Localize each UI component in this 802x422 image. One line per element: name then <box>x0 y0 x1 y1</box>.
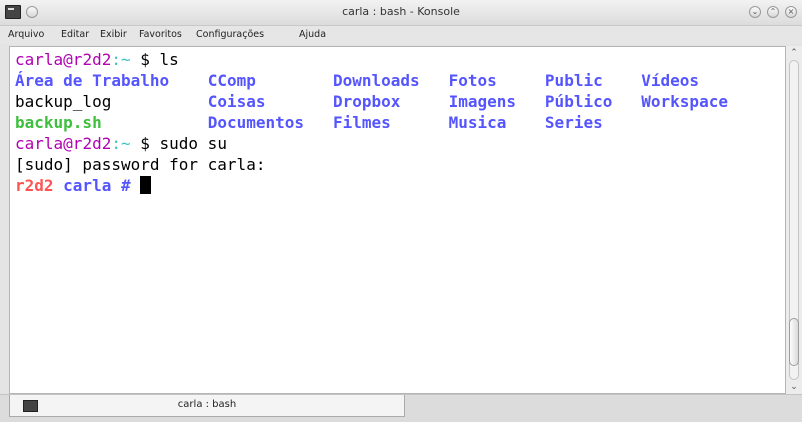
title-bar: carla : bash - Konsole ⌄ ⌃ × <box>0 0 802 26</box>
terminal-text: [sudo] password for carla: <box>15 155 266 174</box>
ls-entry: Área de Trabalho <box>15 71 170 90</box>
tab-carla-bash[interactable]: carla : bash <box>9 395 405 417</box>
ls-entry: Musica <box>448 113 507 132</box>
ls-entry: Downloads <box>332 71 420 90</box>
terminal-text: r2d2 <box>15 176 54 195</box>
terminal-text: $ <box>130 50 160 69</box>
ls-entry: Dropbox <box>332 92 401 111</box>
ls-entry: Documentos <box>207 113 305 132</box>
menu-ajuda[interactable]: Ajuda <box>299 29 326 40</box>
window-title: carla : bash - Konsole <box>342 5 460 18</box>
ls-entry: Vídeos <box>641 71 700 90</box>
terminal-text: ls <box>159 50 179 69</box>
menu-favoritos[interactable]: Favoritos <box>139 29 182 40</box>
terminal-text: ~ <box>120 134 131 153</box>
menu-arquivo[interactable]: Arquivo <box>8 29 44 40</box>
terminal-text: carla # <box>53 176 141 195</box>
menu-configuracoes[interactable]: Configurações <box>196 29 264 40</box>
close-button[interactable]: × <box>785 6 797 18</box>
ls-entry: Coisas <box>207 92 266 111</box>
terminal-text: @r2d2 <box>63 134 112 153</box>
ls-entry: Público <box>544 92 613 111</box>
terminal-text: carla <box>15 134 64 153</box>
terminal-text: @r2d2 <box>63 50 112 69</box>
menu-editar[interactable]: Editar <box>61 29 89 40</box>
terminal-text: : <box>111 134 121 153</box>
ls-entry: Fotos <box>448 71 497 90</box>
maximize-button[interactable]: ⌃ <box>767 6 779 18</box>
scroll-up-button[interactable]: ⌃ <box>789 48 799 58</box>
terminal-output[interactable]: carla @r2d2: ~ $ ls Área de Trabalho CComp Do… <box>9 46 786 394</box>
ls-entry: Public <box>544 71 603 90</box>
menu-exibir[interactable]: Exibir <box>100 29 127 40</box>
scrollbar[interactable]: ⌃ ⌄ <box>786 46 802 394</box>
terminal-text: : <box>111 50 121 69</box>
menu-bar: Arquivo Editar Exibir Favoritos Configur… <box>0 26 802 44</box>
ls-entry: Series <box>544 113 603 132</box>
terminal-text: ~ <box>120 50 131 69</box>
ls-entry: CComp <box>207 71 256 90</box>
terminal-text: $ <box>130 134 160 153</box>
ls-entry: backup_log <box>15 92 112 111</box>
ls-entry: Workspace <box>641 92 728 111</box>
scroll-down-button[interactable]: ⌄ <box>789 382 799 392</box>
terminal-text: carla <box>15 50 64 69</box>
scroll-thumb[interactable] <box>789 318 799 366</box>
ls-entry: backup.sh <box>15 113 102 132</box>
text-cursor <box>140 176 152 194</box>
tab-label: carla : bash <box>177 399 237 410</box>
minimize-button[interactable]: ⌄ <box>749 6 761 18</box>
tab-bar: carla : bash <box>0 394 802 422</box>
ls-entry: Filmes <box>332 113 391 132</box>
terminal-text: sudo su <box>159 134 227 153</box>
ls-entry: Imagens <box>448 92 516 111</box>
